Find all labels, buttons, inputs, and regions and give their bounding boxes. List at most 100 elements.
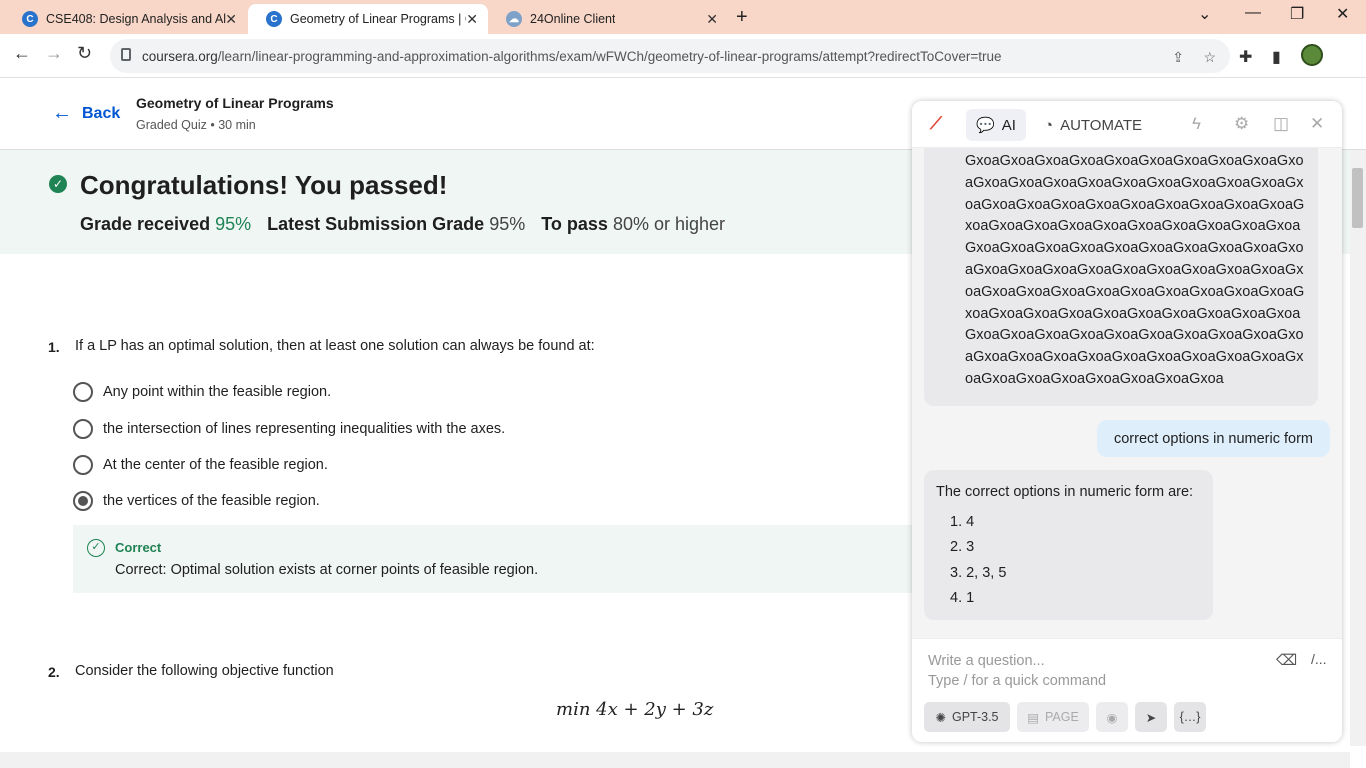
model-label: GPT-3.5	[951, 710, 999, 724]
assistant-logo-icon: ⟋	[930, 114, 942, 133]
quiz-title: Geometry of Linear Programs	[136, 95, 334, 111]
passed-check-icon: ✓	[49, 175, 67, 193]
back-label: Back	[82, 104, 121, 122]
close-icon[interactable]: ✕	[1310, 114, 1324, 134]
option-label: the intersection of lines representing i…	[103, 421, 506, 437]
ai-assistant-panel: ⟋ 💬 AI ◔ AUTOMATE ϟ ⚙ ◫ ✕ GxoaGxoaGxoaGx…	[912, 101, 1342, 742]
feedback-text: Correct: Optimal solution exists at corn…	[115, 562, 539, 578]
answer-option[interactable]: At the center of the feasible region.	[73, 455, 328, 475]
question-input-area[interactable]: Write a question... Type / for a quick c…	[912, 638, 1342, 742]
tab-ai-label: AI	[1001, 116, 1016, 134]
share-icon[interactable]: ⇪	[1172, 49, 1184, 66]
address-bar-row: ← → ↻ coursera.org/learn/linear-programm…	[0, 34, 1366, 98]
extensions-puzzle-icon[interactable]: ✚	[1239, 47, 1252, 67]
latest-grade-value: 95%	[489, 214, 526, 234]
radio-button[interactable]	[73, 382, 93, 402]
page-context-button[interactable]: ▤ PAGE	[1017, 702, 1089, 732]
coursera-favicon: C	[266, 11, 282, 27]
lightning-icon[interactable]: ϟ	[1192, 114, 1201, 134]
tab-automate[interactable]: ◔ AUTOMATE	[1034, 109, 1152, 141]
feedback-label: Correct	[115, 540, 162, 555]
tab-search-icon[interactable]: ⌄	[1198, 4, 1211, 24]
forward-arrow-icon[interactable]: →	[45, 43, 63, 64]
coursera-favicon: C	[22, 11, 38, 27]
answer-item: 3. 2, 3, 5	[950, 565, 1007, 581]
bookmark-star-icon[interactable]: ☆	[1203, 49, 1216, 66]
pass-headline: Congratulations! You passed!	[80, 170, 448, 200]
question-input[interactable]: Write a question...	[928, 653, 1045, 669]
slash-command-icon[interactable]: /...	[1311, 651, 1327, 667]
reload-icon[interactable]: ↻	[77, 43, 92, 64]
lock-icon	[121, 48, 131, 61]
grade-value: 95%	[215, 214, 252, 234]
tab-automate-label: AUTOMATE	[1060, 116, 1143, 134]
objective-formula: min 4x + 2y + 3z	[556, 699, 714, 720]
question-number: 1.	[48, 339, 60, 355]
assistant-toolbar: ⟋ 💬 AI ◔ AUTOMATE ϟ ⚙ ◫ ✕	[912, 101, 1342, 148]
grade-label: Grade received	[80, 214, 211, 234]
profile-avatar[interactable]	[1301, 44, 1323, 66]
side-panel-icon[interactable]: ▮	[1272, 47, 1281, 67]
answer-feedback: ✓ Correct Correct: Optimal solution exis…	[73, 525, 913, 593]
tab-title: Geometry of Linear Programs | C	[290, 12, 466, 26]
radio-button[interactable]	[73, 419, 93, 439]
quick-command-hint: Type / for a quick command	[928, 673, 1107, 689]
assistant-answer: The correct options in numeric form are:…	[924, 470, 1213, 620]
chat-history: GxoaGxoaGxoaGxoaGxoaGxoaGxoaGxoaGxoaGxoa…	[912, 148, 1342, 638]
close-tab-icon[interactable]: ✕	[466, 11, 478, 28]
cloud-favicon: ☁	[506, 11, 522, 27]
braces-icon: {…}	[1179, 710, 1201, 724]
answer-option[interactable]: Any point within the feasible region.	[73, 382, 331, 402]
tab-title: 24Online Client	[530, 12, 616, 26]
page-scrollbar[interactable]	[1350, 150, 1366, 746]
pass-threshold-label: To pass	[541, 214, 608, 234]
cursor-select-button[interactable]: ➤	[1135, 702, 1167, 732]
assistant-message-text: GxoaGxoaGxoaGxoaGxoaGxoaGxoaGxoaGxoaGxoa…	[965, 153, 1305, 387]
scrollbar-thumb[interactable]	[1352, 168, 1363, 228]
horizontal-scrollbar[interactable]	[0, 752, 1350, 768]
pass-threshold-value: 80% or higher	[612, 214, 726, 234]
answer-heading: The correct options in numeric form are:	[936, 484, 1194, 500]
latest-grade-label: Latest Submission Grade	[267, 214, 485, 234]
close-tab-icon[interactable]: ✕	[706, 11, 718, 28]
answer-option[interactable]: the intersection of lines representing i…	[73, 419, 505, 439]
radio-button[interactable]	[73, 455, 93, 475]
openai-icon: ✺	[935, 710, 946, 725]
window-close-icon[interactable]: ✕	[1336, 4, 1349, 24]
gauge-icon: ◔	[1044, 116, 1054, 134]
gear-icon[interactable]: ⚙	[1234, 114, 1249, 134]
option-label: Any point within the feasible region.	[103, 384, 332, 400]
browser-tab-strip: C CSE408: Design Analysis and Alg ✕ C Ge…	[0, 0, 1366, 34]
question-text: Consider the following objective functio…	[75, 663, 334, 679]
back-arrow-icon: ←	[52, 102, 72, 124]
browser-tab-active[interactable]: C Geometry of Linear Programs | C ✕	[248, 4, 488, 34]
browser-tab[interactable]: C CSE408: Design Analysis and Alg ✕	[4, 4, 247, 34]
browser-tab[interactable]: ☁ 24Online Client ✕	[488, 4, 728, 34]
globe-button[interactable]: ◉	[1096, 702, 1128, 732]
question-number: 2.	[48, 664, 60, 680]
grade-summary: Grade received 95% Latest Submission Gra…	[80, 214, 725, 235]
code-block-button[interactable]: {…}	[1174, 702, 1206, 732]
chat-bubble-icon: 💬	[976, 117, 995, 134]
restore-icon[interactable]: ❐	[1290, 4, 1304, 24]
minimize-icon[interactable]: —	[1245, 4, 1261, 22]
url-field[interactable]: coursera.org/learn/linear-programming-an…	[110, 39, 1230, 73]
answer-item: 1. 4	[950, 514, 975, 530]
tab-ai[interactable]: 💬 AI	[966, 109, 1026, 141]
radio-button-selected[interactable]	[73, 491, 93, 511]
page-label: PAGE	[1045, 710, 1079, 724]
new-tab-icon[interactable]: +	[736, 6, 748, 29]
cursor-icon: ➤	[1145, 710, 1157, 725]
quiz-subtitle: Graded Quiz • 30 min	[136, 118, 256, 132]
back-link[interactable]: ← Back	[52, 102, 120, 125]
option-label: the vertices of the feasible region.	[103, 493, 320, 509]
close-tab-icon[interactable]: ✕	[225, 11, 237, 28]
eraser-icon[interactable]: ⌫	[1276, 651, 1297, 669]
split-view-icon[interactable]: ◫	[1273, 114, 1289, 134]
model-selector-button[interactable]: ✺ GPT-3.5	[924, 702, 1010, 732]
globe-icon: ◉	[1106, 710, 1118, 725]
correct-check-icon: ✓	[87, 539, 105, 557]
answer-option-selected[interactable]: the vertices of the feasible region.	[73, 491, 320, 511]
url-host: coursera.org	[142, 48, 218, 64]
back-arrow-icon[interactable]: ←	[13, 43, 31, 64]
